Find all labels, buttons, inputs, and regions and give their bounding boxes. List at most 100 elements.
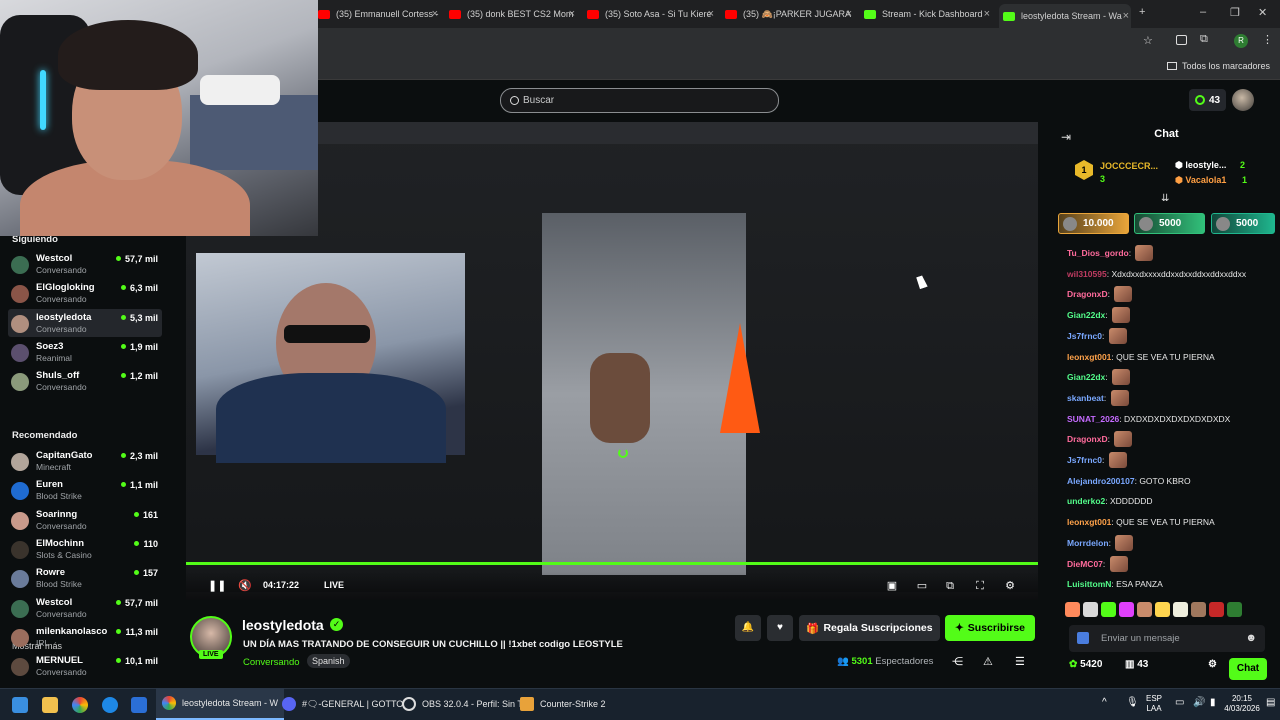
pinned-donation[interactable]: 5000: [1134, 213, 1205, 234]
volume-icon[interactable]: 🔊: [1193, 698, 1205, 708]
share-icon[interactable]: ⋲: [952, 655, 963, 668]
tray-chevron-icon[interactable]: ^: [1102, 698, 1107, 708]
chat-username[interactable]: DragonxD: [1067, 434, 1108, 444]
chat-username[interactable]: DragonxD: [1067, 289, 1108, 299]
chat-username[interactable]: Morrdelon: [1067, 538, 1109, 548]
chat-username[interactable]: Tu_Dios_gordo: [1067, 248, 1129, 258]
chrome-icon[interactable]: [72, 697, 88, 713]
media-icon[interactable]: [1176, 35, 1187, 45]
emote[interactable]: [1155, 602, 1170, 617]
chat-username[interactable]: LuisittomN: [1067, 579, 1111, 589]
leader-1-name[interactable]: JOCCCECR...: [1100, 161, 1158, 171]
search-input[interactable]: Buscar: [500, 88, 779, 113]
browser-tab-6[interactable]: leostyledota Stream - Wa ×: [999, 4, 1131, 28]
chat-username[interactable]: skanbeat: [1067, 393, 1104, 403]
leader-2[interactable]: ⬢ leostyle...: [1175, 160, 1226, 171]
emote[interactable]: [1119, 602, 1134, 617]
progress-bar[interactable]: [186, 562, 1038, 565]
chat-settings-icon[interactable]: ⚙: [1208, 659, 1217, 670]
settings-icon[interactable]: ⚙: [1004, 580, 1016, 592]
mute-icon[interactable]: 🔇: [238, 580, 252, 592]
star-icon[interactable]: ☆: [1143, 34, 1153, 47]
emote[interactable]: [1173, 602, 1188, 617]
channel-name[interactable]: leostyledota: [242, 617, 324, 633]
chat-username[interactable]: underko2: [1067, 496, 1105, 506]
pinned-donation[interactable]: 5000: [1211, 213, 1275, 234]
sidebar-channel-euren[interactable]: Euren Blood Strike 1,1 mil: [8, 476, 162, 504]
sidebar-channel-soarinng[interactable]: Soarinng Conversando 161: [8, 506, 162, 534]
emoji-icon[interactable]: ☻: [1245, 625, 1257, 652]
maximize-button[interactable]: ❐: [1230, 6, 1240, 19]
points-badge[interactable]: 43: [1189, 89, 1226, 111]
network-icon[interactable]: ▭: [1175, 698, 1184, 708]
user-avatar[interactable]: [1232, 89, 1254, 111]
sidebar-channel-shuls_off[interactable]: Shuls_off Conversando 1,2 mil: [8, 367, 162, 395]
chat-input[interactable]: Enviar un mensaje ☻: [1069, 625, 1265, 652]
edge-icon[interactable]: [102, 697, 118, 713]
report-icon[interactable]: ⚠: [983, 655, 993, 668]
clip-icon[interactable]: ▣: [886, 580, 898, 592]
microphone-icon[interactable]: 🎙: [1126, 698, 1139, 708]
sidebar-channel-elmochinn[interactable]: ElMochinn Slots & Casino 110: [8, 535, 162, 563]
emote[interactable]: [1137, 602, 1152, 617]
close-tab-icon[interactable]: ×: [984, 8, 990, 20]
emote[interactable]: [1083, 602, 1098, 617]
pinned-donation[interactable]: 10.000: [1058, 213, 1129, 234]
emote[interactable]: [1065, 602, 1080, 617]
taskbar-app-cs2[interactable]: Counter-Strike 2: [514, 688, 612, 720]
sidebar-channel-westcol[interactable]: Westcol Conversando 57,7 mil: [8, 250, 162, 278]
emote[interactable]: [1191, 602, 1206, 617]
sidebar-channel-mernuel[interactable]: MERNUEL Conversando 10,1 mil: [8, 652, 162, 680]
file-explorer-icon[interactable]: [42, 697, 58, 713]
pip-icon[interactable]: ⧉: [944, 580, 956, 592]
extensions-icon[interactable]: ⧉: [1200, 33, 1208, 46]
pause-icon[interactable]: ❚❚: [208, 580, 226, 592]
kicks-balance[interactable]: ✿ 5420: [1069, 659, 1102, 670]
sidebar-channel-rowre[interactable]: Rowre Blood Strike 157: [8, 564, 162, 592]
subscribe-button[interactable]: ✦ Suscribirse: [945, 615, 1035, 641]
gift-subs-button[interactable]: 🎁 Regala Suscripciones: [799, 615, 940, 641]
close-tab-icon[interactable]: ×: [1123, 10, 1129, 22]
stream-category[interactable]: Conversando: [243, 657, 300, 668]
windows-start-icon[interactable]: [12, 697, 28, 713]
more-options-icon[interactable]: ☰: [1015, 655, 1025, 668]
chat-username[interactable]: Alejandro200107: [1067, 476, 1135, 486]
sidebar-channel-milenkanolasco[interactable]: milenkanolasco IRL 11,3 mil: [8, 623, 162, 651]
chat-username[interactable]: SUNAT_2026: [1067, 414, 1119, 424]
taskbar-app-discord[interactable]: #🗨-GENERAL | GOTTO: [276, 688, 409, 720]
theater-icon[interactable]: ▭: [916, 580, 928, 592]
sidebar-channel-leostyledota[interactable]: leostyledota Conversando 5,3 mil: [8, 308, 162, 337]
chat-username[interactable]: DieMC07: [1067, 559, 1103, 569]
menu-icon[interactable]: ⋮: [1262, 33, 1273, 46]
chat-username[interactable]: leonxgt001: [1067, 352, 1111, 362]
browser-tab-5[interactable]: Stream - Kick Dashboard ×: [864, 4, 992, 24]
close-window-button[interactable]: ✕: [1258, 6, 1267, 19]
taskbar-app-chrome[interactable]: leostyledota Stream - W: [156, 688, 285, 720]
sidebar-channel-soez3[interactable]: Soez3 Reanimal 1,9 mil: [8, 338, 162, 366]
chat-username[interactable]: Js7frnc0: [1067, 455, 1102, 465]
chat-username[interactable]: Gian22dx: [1067, 310, 1105, 320]
profile-icon[interactable]: R: [1234, 34, 1248, 48]
all-bookmarks[interactable]: Todos los marcadores: [1166, 61, 1270, 71]
battery-icon[interactable]: ▮: [1210, 698, 1216, 708]
sidebar-channel-capitangato[interactable]: CapitanGato Minecraft 2,3 mil: [8, 447, 162, 475]
language-tag[interactable]: Spanish: [307, 654, 350, 668]
expand-chevron-icon[interactable]: ⇊: [1161, 193, 1169, 204]
chat-username[interactable]: leonxgt001: [1067, 517, 1111, 527]
chat-username[interactable]: Gian22dx: [1067, 372, 1105, 382]
emote[interactable]: [1209, 602, 1224, 617]
clock[interactable]: 20:15 4/03/2026: [1222, 694, 1262, 714]
close-tab-icon[interactable]: ×: [846, 8, 852, 20]
close-tab-icon[interactable]: ×: [432, 8, 438, 20]
notification-button[interactable]: 🔔: [735, 615, 761, 641]
follow-button[interactable]: ♥: [767, 615, 793, 641]
send-chat-button[interactable]: Chat: [1229, 658, 1267, 680]
browser-tab-3[interactable]: (35) Soto Asa - Si Tu Kiere ×: [587, 4, 716, 24]
fullscreen-icon[interactable]: ⛶: [974, 580, 986, 592]
close-tab-icon[interactable]: ×: [708, 8, 714, 20]
browser-tab-4[interactable]: (35) 🙈¡PARKER JUGARA ×: [725, 4, 854, 24]
store-icon[interactable]: [131, 697, 147, 713]
gift-count[interactable]: ▥ 43: [1125, 659, 1148, 670]
taskbar-app-obs[interactable]: OBS 32.0.4 - Perfil: Sin T: [396, 688, 529, 720]
chat-username[interactable]: wil310595: [1067, 269, 1107, 279]
